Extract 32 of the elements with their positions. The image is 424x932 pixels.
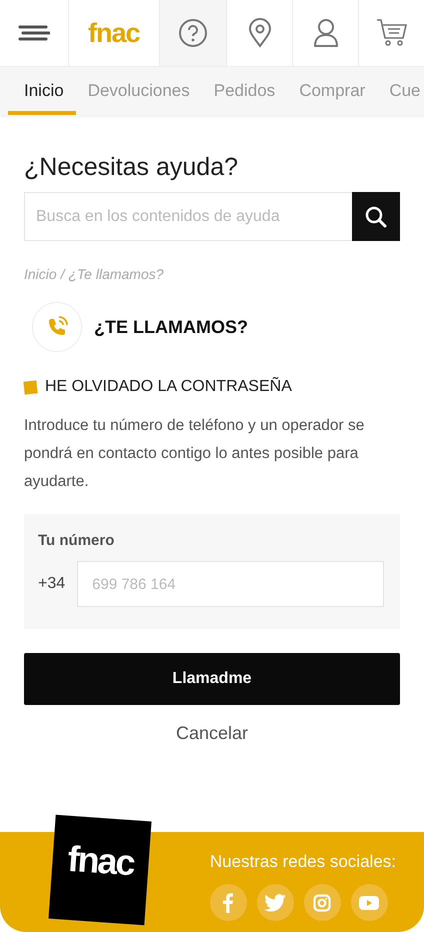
tab[interactable]: Cue: [377, 67, 424, 115]
user-icon: [312, 18, 339, 48]
search-button[interactable]: [352, 192, 400, 241]
bird-icon: [264, 894, 286, 912]
phone-icon: [32, 302, 82, 352]
cancel-link[interactable]: Cancelar: [176, 723, 248, 744]
tab[interactable]: Devoluciones: [76, 67, 202, 115]
location-pin-icon: [248, 18, 272, 48]
description: Introduce tu número de teléfono y un operador se pondrá en contacto contigo lo antes posible para ayudarte.: [24, 416, 366, 492]
facebook-icon: [223, 892, 234, 912]
search-icon: [365, 206, 387, 228]
tab[interactable]: Inicio: [8, 67, 76, 115]
social-label: Nuestras redes sociales:: [210, 852, 396, 872]
section-title: ¿TE LLAMAMOS?: [94, 316, 248, 338]
cart-icon: [376, 18, 408, 48]
country-code: +34: [38, 575, 66, 593]
menu-icon: [18, 24, 50, 42]
submit-button[interactable]: Llamadme: [24, 653, 400, 705]
footer-logo: fnac: [48, 814, 152, 926]
tab[interactable]: Comprar: [287, 67, 378, 115]
search-field[interactable]: Busca en los contenidos de ayuda: [24, 192, 352, 241]
help-icon: [178, 18, 208, 48]
phone-field[interactable]: 699 786 164: [77, 561, 384, 607]
topic-label: HE OLVIDADO LA CONTRASEÑA: [45, 378, 292, 396]
play-icon: [359, 896, 380, 910]
breadcrumb: Inicio / ¿Te llamamos?: [24, 266, 165, 282]
help-button[interactable]: [158, 0, 226, 66]
tab[interactable]: Pedidos: [202, 67, 288, 115]
square-icon: [23, 380, 38, 394]
camera-icon: [313, 894, 332, 912]
page-title: ¿Necesitas ayuda?: [24, 153, 240, 182]
field-label: Tu número: [38, 532, 116, 549]
